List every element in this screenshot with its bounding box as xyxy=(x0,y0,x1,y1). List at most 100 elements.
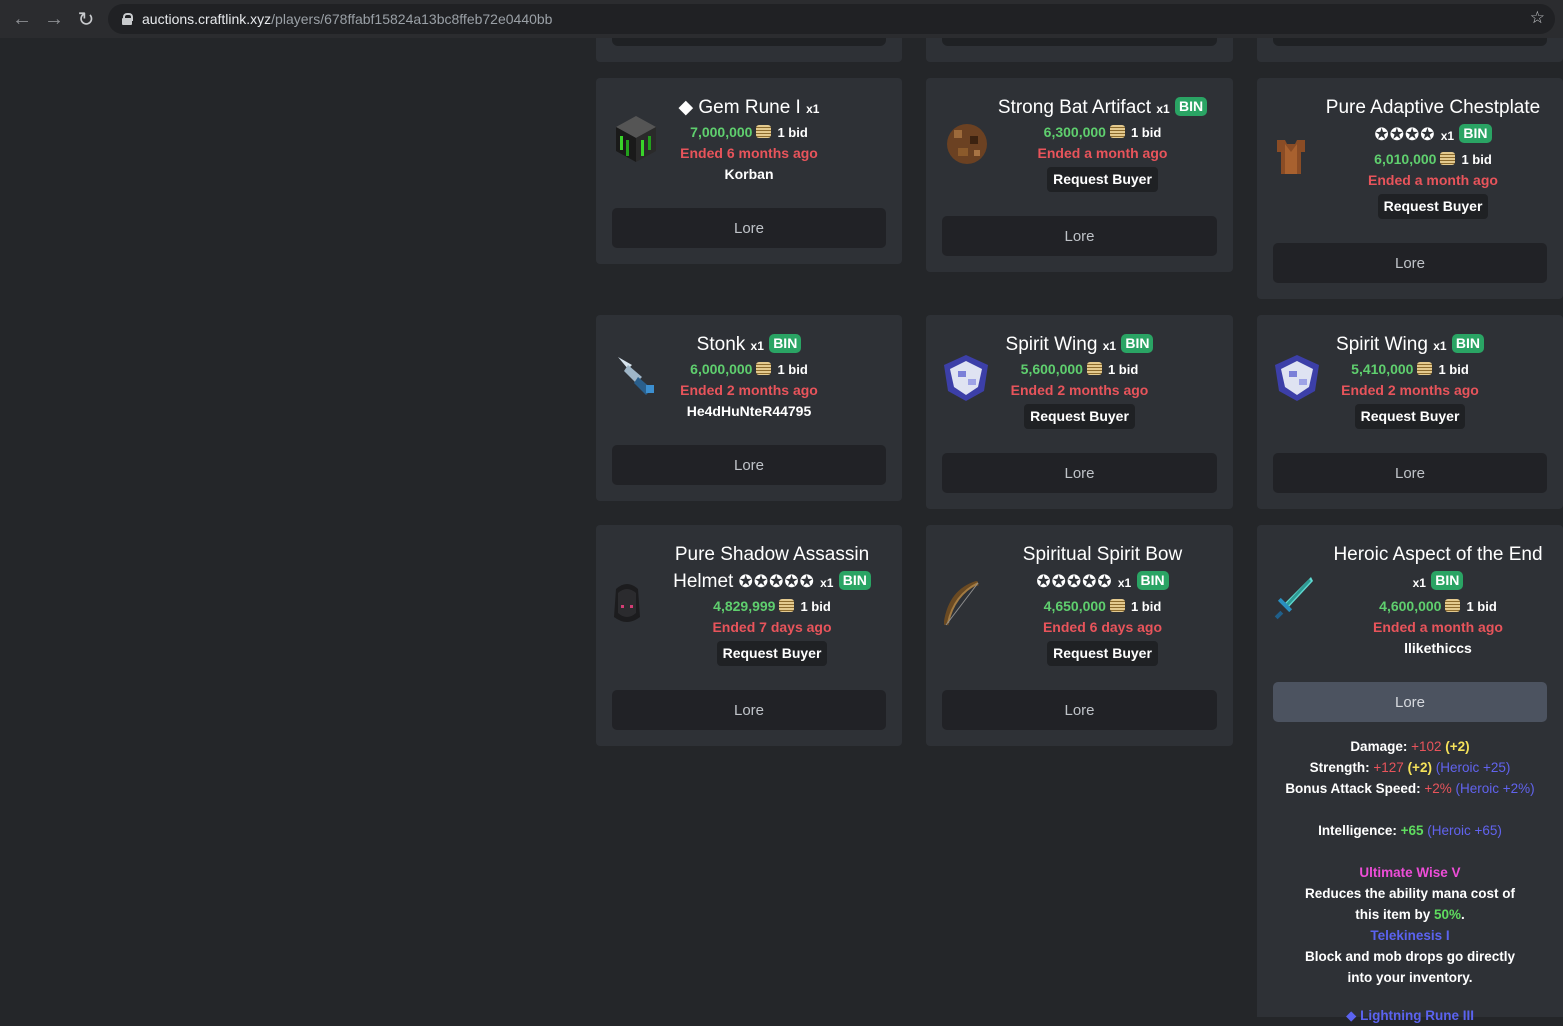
request-buyer-wrap: Request Buyer xyxy=(926,404,1233,429)
auction-card: Spiritual Spirit Bow ✪✪✪✪✪ x1 BIN 4,650,… xyxy=(926,525,1233,746)
request-buyer-button[interactable]: Request Buyer xyxy=(716,641,828,666)
item-title: Spirit Wing x1 BIN xyxy=(1257,331,1563,360)
lore-button[interactable]: Lore xyxy=(1273,682,1547,722)
lock-icon xyxy=(122,13,133,25)
bin-badge: BIN xyxy=(1136,571,1169,590)
auction-card: Stonk x1 BIN 6,000,000 1 bid Ended 2 mont… xyxy=(596,315,902,501)
request-buyer-wrap: Request Buyer xyxy=(1257,194,1563,219)
coins-icon xyxy=(756,125,772,138)
ended-time: Ended 2 months ago xyxy=(1010,382,1149,398)
auction-card: Spirit Wing x1 BIN 5,410,000 1 bid Ended … xyxy=(1257,315,1563,509)
seller-name[interactable]: Korban xyxy=(596,164,902,185)
request-buyer-wrap: Request Buyer xyxy=(1257,404,1563,429)
lore-attack-speed: Bonus Attack Speed: +2% (Heroic +2%) xyxy=(1285,781,1535,796)
coins-icon xyxy=(756,362,772,375)
seller-name[interactable]: llikethiccs xyxy=(1257,638,1563,659)
coins-icon xyxy=(779,599,795,612)
price-line: 6,000,000 1 bid xyxy=(690,361,808,377)
coins-icon xyxy=(1109,125,1125,138)
price-line: 5,600,000 1 bid xyxy=(1020,361,1139,377)
coins-icon xyxy=(1417,362,1433,375)
lore-rune: ◆ Lightning Rune III xyxy=(1345,1008,1475,1023)
lore-button[interactable]: Lore xyxy=(1273,453,1547,493)
price-line: 6,010,000 1 bid xyxy=(1374,151,1492,167)
lore-enchant-desc: into your inventory. xyxy=(1347,970,1473,985)
partial-card xyxy=(596,38,902,62)
auction-card: Pure Shadow Assassin Helmet ✪✪✪✪✪ x1 BIN… xyxy=(596,525,902,746)
item-title: ◆ Gem Rune I x1 xyxy=(678,97,820,118)
price-line: 7,000,000 1 bid xyxy=(690,124,808,140)
star-icons: ✪✪✪✪✪ xyxy=(1036,572,1113,591)
lore-enchant-desc: Block and mob drops go directly xyxy=(1304,949,1516,964)
ended-time: Ended 6 days ago xyxy=(1042,619,1163,635)
lore-button[interactable]: Lore xyxy=(612,208,886,248)
partial-card xyxy=(1257,38,1563,62)
bin-badge: BIN xyxy=(1431,571,1464,590)
request-buyer-wrap: Request Buyer xyxy=(926,167,1233,192)
lore-button[interactable]: Lore xyxy=(612,690,886,730)
bin-badge: BIN xyxy=(1121,334,1154,353)
price-line: 4,829,999 1 bid xyxy=(713,598,831,614)
request-buyer-button[interactable]: Request Buyer xyxy=(1377,194,1489,219)
url-host: auctions.craftlink.xyz xyxy=(142,11,272,27)
url-path: /players/678ffabf15824a13bc8ffeb72e0440b… xyxy=(271,11,553,27)
back-arrow-icon[interactable]: ← xyxy=(6,3,38,35)
ended-time: Ended a month ago xyxy=(1373,619,1503,635)
lore-enchant-desc: this item by 50%. xyxy=(1355,907,1465,922)
ended-time: Ended a month ago xyxy=(1037,145,1168,161)
bookmark-star-icon[interactable]: ☆ xyxy=(1530,8,1545,28)
request-buyer-button[interactable]: Request Buyer xyxy=(1354,404,1466,429)
coins-icon xyxy=(1445,599,1461,612)
coins-icon xyxy=(1440,152,1456,165)
browser-toolbar: ← → ↻ auctions.craftlink.xyz/players/678… xyxy=(0,0,1563,38)
coins-icon xyxy=(1109,599,1125,612)
forward-arrow-icon[interactable]: → xyxy=(38,3,70,35)
partial-card xyxy=(926,38,1233,62)
ended-time: Ended 2 months ago xyxy=(680,382,818,398)
ended-time: Ended a month ago xyxy=(1368,172,1498,188)
star-icons: ✪✪✪✪ xyxy=(1374,125,1436,144)
auction-card: Spirit Wing x1 BIN 5,600,000 1 bid Ended … xyxy=(926,315,1233,509)
reload-icon[interactable]: ↻ xyxy=(70,3,102,35)
request-buyer-button[interactable]: Request Buyer xyxy=(1047,167,1158,192)
seller-name[interactable]: He4dHuNteR44795 xyxy=(596,401,902,422)
item-title: Heroic Aspect of the End x1 BIN xyxy=(1333,544,1543,590)
lore-button[interactable]: Lore xyxy=(942,690,1217,730)
item-title: Strong Bat Artifact x1 BIN xyxy=(926,94,1233,123)
item-title: Stonk x1 BIN xyxy=(596,331,902,360)
lore-enchant-ultimate-wise: Ultimate Wise V xyxy=(1359,865,1461,880)
star-icons: ✪✪✪✪✪ xyxy=(738,572,815,591)
price-line: 4,600,000 1 bid xyxy=(1379,598,1497,614)
item-title: Pure Shadow Assassin Helmet ✪✪✪✪✪ x1 BIN xyxy=(673,544,871,592)
item-title: Spiritual Spirit Bow ✪✪✪✪✪ x1 BIN xyxy=(1022,544,1183,591)
address-bar[interactable]: auctions.craftlink.xyz/players/678ffabf1… xyxy=(108,4,1555,34)
bin-badge: BIN xyxy=(838,571,871,590)
auction-card: Pure Adaptive Chestplate ✪✪✪✪ x1 BIN 6,0… xyxy=(1257,78,1563,299)
bin-badge: BIN xyxy=(1459,124,1492,143)
price-line: 5,410,000 1 bid xyxy=(1351,361,1469,377)
lore-enchant-telekinesis: Telekinesis I xyxy=(1370,928,1450,943)
ended-time: Ended 6 months ago xyxy=(680,145,818,161)
lore-strength: Strength: +127 (+2) (Heroic +25) xyxy=(1309,760,1511,775)
ended-time: Ended 2 months ago xyxy=(1341,382,1479,398)
bin-badge: BIN xyxy=(1451,334,1484,353)
request-buyer-button[interactable]: Request Buyer xyxy=(1024,404,1135,429)
price-line: 6,300,000 1 bid xyxy=(1043,124,1162,140)
bin-badge: BIN xyxy=(1174,97,1208,116)
lore-button[interactable]: Lore xyxy=(942,216,1217,256)
ended-time: Ended 7 days ago xyxy=(712,619,832,635)
lore-button[interactable]: Lore xyxy=(1273,243,1547,283)
price-line: 4,650,000 1 bid xyxy=(1043,598,1162,614)
lore-panel: Damage: +102 (+2) Strength: +127 (+2) (H… xyxy=(1257,736,1563,1026)
lore-enchant-desc: Reduces the ability mana cost of xyxy=(1304,886,1516,901)
lore-button[interactable]: Lore xyxy=(942,453,1217,493)
lore-button[interactable]: Lore xyxy=(612,445,886,485)
coins-icon xyxy=(1086,362,1102,375)
request-buyer-wrap: Request Buyer xyxy=(596,641,902,666)
auction-card: Strong Bat Artifact x1 BIN 6,300,000 1 bi… xyxy=(926,78,1233,272)
request-buyer-wrap: Request Buyer xyxy=(926,641,1233,666)
request-buyer-button[interactable]: Request Buyer xyxy=(1047,641,1158,666)
lore-intelligence: Intelligence: +65 (Heroic +65) xyxy=(1318,823,1502,838)
auction-card: ◆ Gem Rune I x1 7,000,000 1 bid Ended 6 m… xyxy=(596,78,902,264)
item-title: Pure Adaptive Chestplate ✪✪✪✪ x1 BIN xyxy=(1325,97,1541,144)
